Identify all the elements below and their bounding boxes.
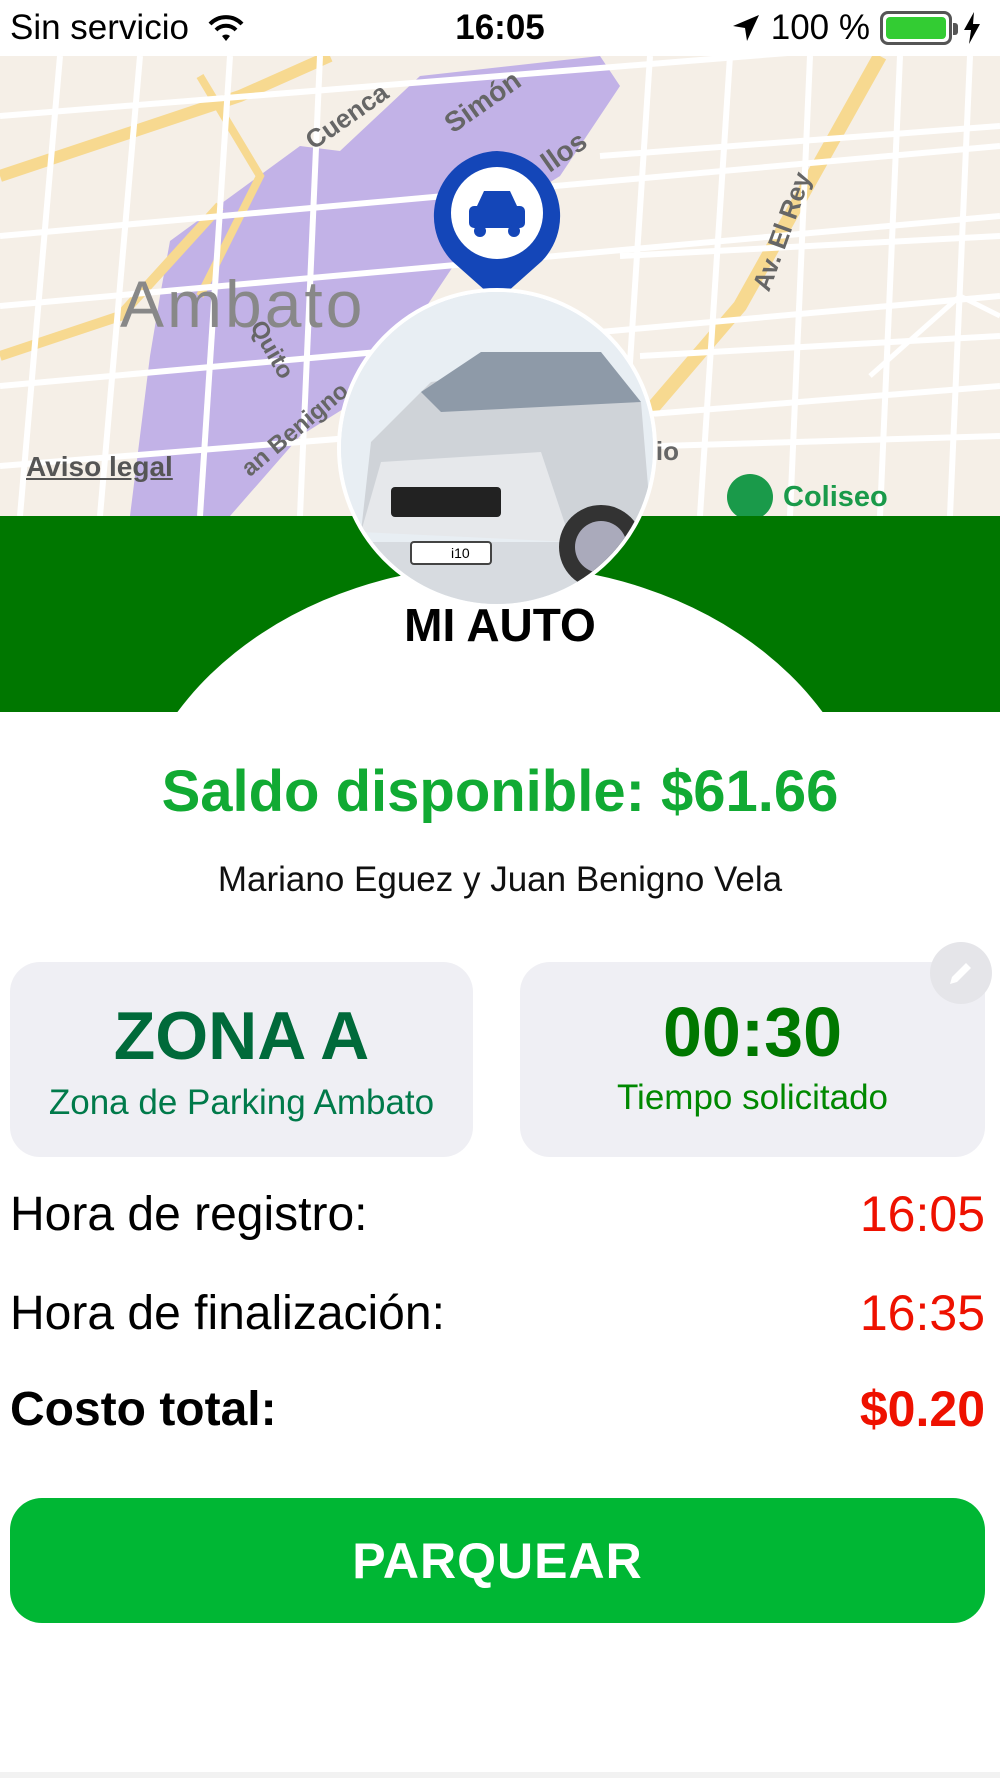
status-bar: Sin servicio 16:05 100 %	[0, 0, 1000, 56]
edit-time-button[interactable]	[930, 942, 992, 1004]
start-time-row: Hora de registro: 16:05	[10, 1185, 985, 1243]
total-cost-row: Costo total: $0.20	[10, 1380, 985, 1438]
charging-bolt-icon	[964, 12, 980, 44]
car-plate-text: i10	[451, 545, 470, 561]
end-time-row: Hora de finalización: 16:35	[10, 1284, 985, 1342]
start-time-value: 16:05	[859, 1186, 985, 1242]
vehicle-title: MI AUTO	[404, 599, 596, 651]
total-cost-value: $0.20	[859, 1381, 985, 1437]
zone-name: ZONA A	[113, 998, 370, 1074]
city-label: Ambato	[120, 267, 366, 341]
requested-time-value: 00:30	[662, 993, 843, 1071]
battery-icon	[880, 11, 958, 45]
legal-notice-link[interactable]: Aviso legal	[26, 451, 173, 483]
car-location-pin-icon[interactable]	[432, 151, 562, 301]
balance-text: Saldo disponible: $61.66	[161, 759, 839, 824]
time-card[interactable]: 00:30 Tiempo solicitado	[520, 962, 985, 1157]
zone-description: Zona de Parking Ambato	[48, 1083, 435, 1122]
park-button[interactable]: PARQUEAR	[10, 1498, 985, 1623]
poi-coliseo[interactable]: Coliseo	[727, 474, 888, 516]
end-time-value: 16:35	[859, 1285, 985, 1341]
car-image: i10	[341, 292, 653, 604]
start-time-label: Hora de registro:	[10, 1187, 368, 1241]
total-cost-label: Costo total:	[10, 1382, 277, 1436]
poi-label: Coliseo	[783, 480, 888, 513]
status-right: 100 %	[731, 8, 982, 48]
vehicle-photo[interactable]: i10	[337, 288, 657, 608]
location-arrow-icon	[732, 15, 759, 41]
zone-card[interactable]: ZONA A Zona de Parking Ambato	[10, 962, 473, 1157]
battery-percent: 100 %	[770, 8, 870, 47]
stadium-icon	[727, 474, 773, 516]
address-text: Mariano Eguez y Juan Benigno Vela	[217, 860, 783, 899]
pencil-icon	[950, 963, 971, 984]
requested-time-label: Tiempo solicitado	[616, 1078, 889, 1117]
end-time-label: Hora de finalización:	[10, 1286, 445, 1340]
bottom-divider	[0, 1772, 1000, 1778]
